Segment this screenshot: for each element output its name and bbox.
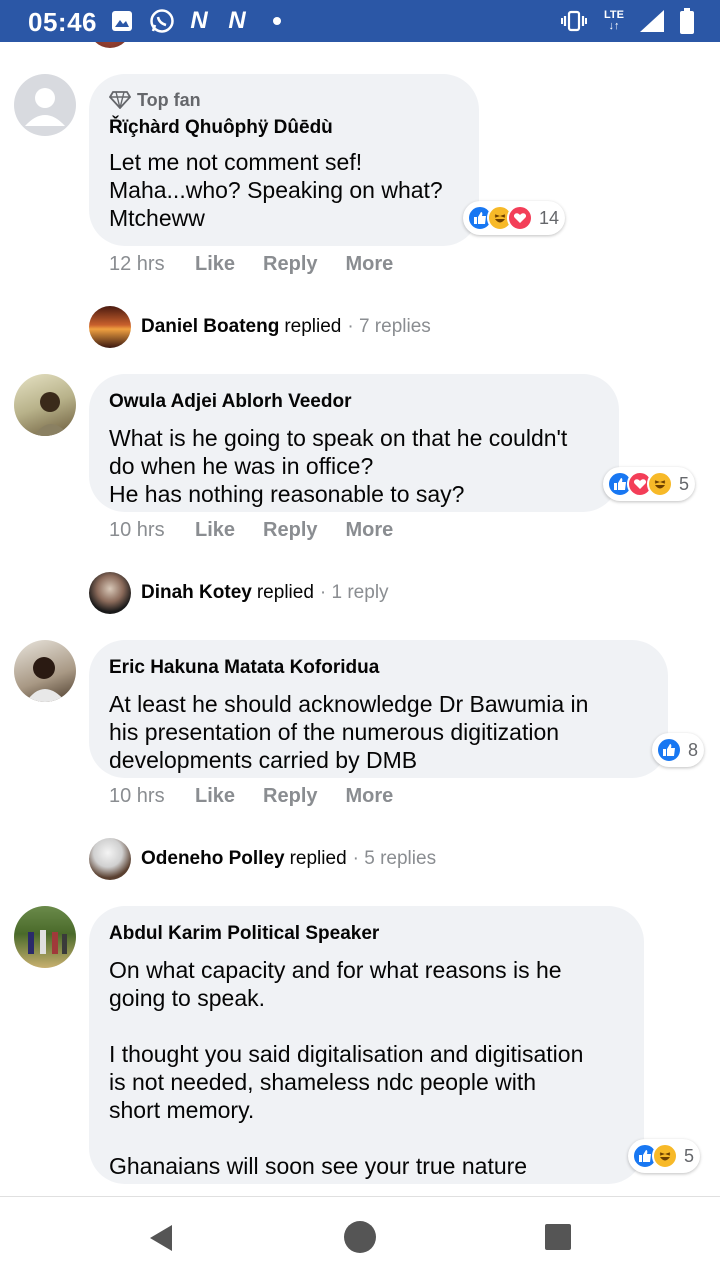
reply-author: Dinah Kotey	[141, 582, 252, 603]
more-button[interactable]: More	[346, 519, 394, 542]
haha-reaction-icon	[647, 471, 673, 497]
like-button[interactable]: Like	[195, 253, 235, 276]
screen: 05:46 N N LTE ↓↑ Top fan Řïçhàrd Qhuôphÿ…	[0, 0, 720, 1280]
n-icon: N	[228, 7, 246, 34]
comment-actions: 10 hrs Like Reply More	[109, 517, 421, 543]
comment-text: At least he should acknowledge Dr Bawumi…	[109, 691, 589, 773]
reply-count: · 5 replies	[352, 848, 437, 869]
reply-count: · 7 replies	[347, 316, 431, 337]
comment-bubble[interactable]: Owula Adjei Ablorh Veedor What is he goi…	[89, 374, 619, 512]
comments-feed[interactable]: Top fan Řïçhàrd Qhuôphÿ Dûēdù Let me not…	[0, 42, 720, 1196]
vibrate-icon	[560, 8, 588, 34]
avatar[interactable]	[14, 640, 76, 702]
battery-icon	[678, 8, 696, 34]
n-icon: N	[190, 7, 208, 34]
comment-author[interactable]: Řïçhàrd Qhuôphÿ Dûēdù	[109, 116, 459, 140]
reaction-count: 5	[679, 473, 690, 494]
comment-text: Let me not comment sef! Maha...who? Spea…	[109, 149, 443, 231]
reply-author: Daniel Boateng	[141, 316, 280, 337]
reply-label: replied	[284, 316, 342, 337]
reply-button[interactable]: Reply	[263, 785, 317, 808]
reaction-count: 8	[688, 739, 699, 760]
reply-count: · 1 reply	[319, 582, 389, 603]
comment-bubble[interactable]: Eric Hakuna Matata Koforidua At least he…	[89, 640, 668, 778]
comment-time: 10 hrs	[109, 784, 165, 807]
reactions-summary[interactable]: 5	[628, 1139, 701, 1173]
comment-author[interactable]: Eric Hakuna Matata Koforidua	[109, 656, 648, 680]
reply-label: replied	[289, 848, 347, 869]
comment-actions: 12 hrs Like Reply More	[109, 251, 421, 277]
dot-icon	[270, 8, 284, 34]
love-reaction-icon	[507, 205, 533, 231]
replies-preview[interactable]: Dinah Kotey replied · 1 reply	[89, 572, 389, 614]
reply-button[interactable]: Reply	[263, 519, 317, 542]
reply-button[interactable]: Reply	[263, 253, 317, 276]
more-button[interactable]: More	[346, 253, 394, 276]
lte-arrows: ↓↑	[608, 20, 620, 32]
reply-label: replied	[256, 582, 314, 603]
reactions-summary[interactable]: 8	[652, 733, 705, 767]
avatar[interactable]	[14, 906, 76, 968]
lte-icon: LTE ↓↑	[600, 8, 628, 34]
comment-actions: 10 hrs Like Reply More	[109, 783, 421, 809]
avatar	[89, 572, 131, 614]
like-button[interactable]: Like	[195, 785, 235, 808]
avatar	[89, 306, 131, 348]
avatar[interactable]	[89, 42, 131, 48]
home-icon[interactable]	[344, 1221, 376, 1253]
image-icon	[110, 8, 134, 34]
diamond-icon	[109, 91, 131, 109]
comment-text: What is he going to speak on that he cou…	[109, 425, 568, 507]
top-fan-label: Top fan	[137, 89, 201, 110]
recents-icon[interactable]	[545, 1224, 571, 1250]
reaction-count: 14	[539, 207, 560, 228]
avatar[interactable]	[14, 374, 76, 436]
comment-bubble[interactable]: Abdul Karim Political Speaker On what ca…	[89, 906, 644, 1184]
top-fan-badge: Top fan	[109, 90, 459, 110]
reactions-summary[interactable]: 14	[463, 201, 566, 235]
status-bar: 05:46 N N LTE ↓↑	[0, 0, 720, 42]
replies-preview[interactable]: Daniel Boateng replied · 7 replies	[89, 306, 431, 348]
status-time: 05:46	[28, 7, 97, 37]
avatar	[89, 838, 131, 880]
comment-time: 12 hrs	[109, 252, 165, 275]
back-icon[interactable]	[146, 1223, 176, 1253]
whatsapp-icon	[148, 8, 176, 34]
reaction-count: 5	[684, 1145, 695, 1166]
comment-author[interactable]: Owula Adjei Ablorh Veedor	[109, 390, 599, 414]
reply-author: Odeneho Polley	[141, 848, 285, 869]
comment-bubble[interactable]: Top fan Řïçhàrd Qhuôphÿ Dûēdù Let me not…	[89, 74, 479, 246]
comment-author[interactable]: Abdul Karim Political Speaker	[109, 922, 624, 946]
reactions-summary[interactable]: 5	[603, 467, 696, 501]
more-button[interactable]: More	[346, 785, 394, 808]
replies-preview[interactable]: Odeneho Polley replied · 5 replies	[89, 838, 436, 880]
signal-icon	[636, 8, 668, 34]
comment-text: On what capacity and for what reasons is…	[109, 957, 584, 1179]
navigation-bar	[0, 1196, 720, 1280]
haha-reaction-icon	[652, 1143, 678, 1169]
avatar[interactable]	[14, 74, 76, 136]
like-button[interactable]: Like	[195, 519, 235, 542]
like-reaction-icon	[656, 737, 682, 763]
comment-time: 10 hrs	[109, 518, 165, 541]
